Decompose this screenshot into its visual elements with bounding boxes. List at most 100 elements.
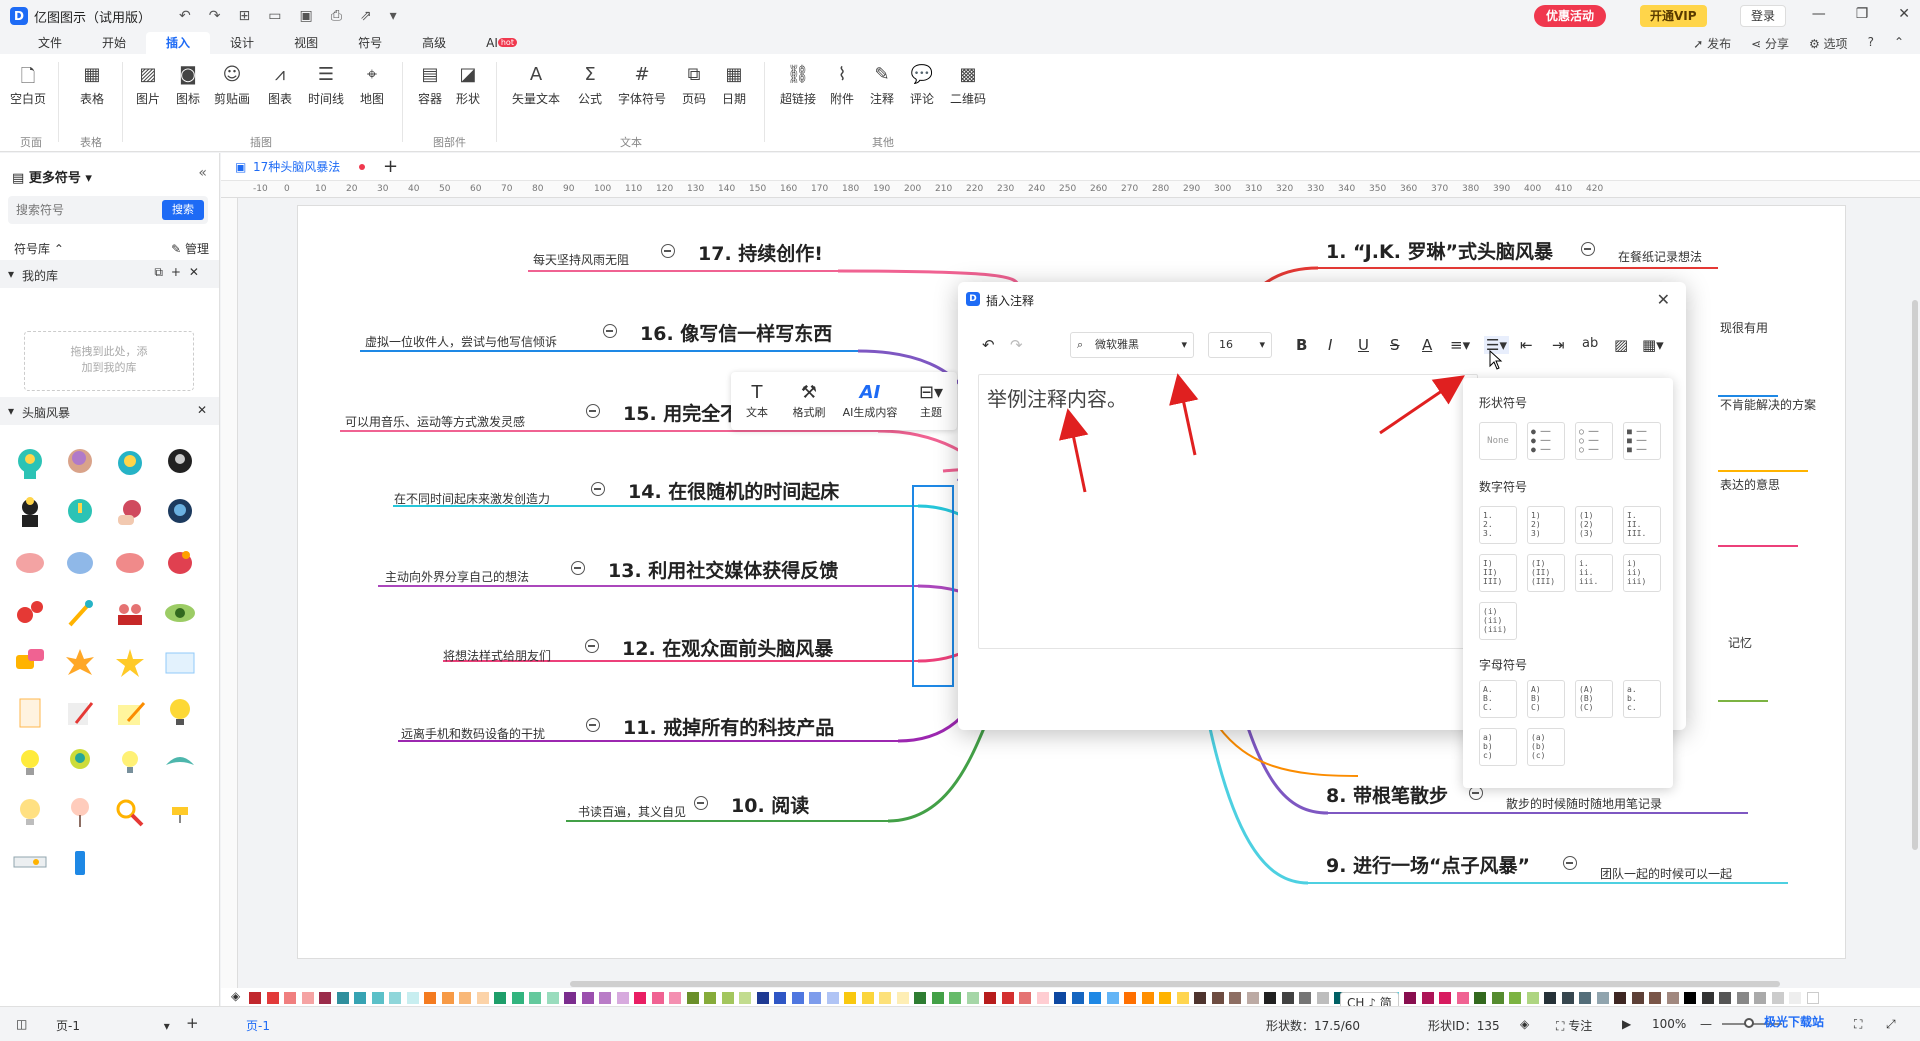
color-swatch[interactable] <box>336 992 349 1004</box>
color-swatch[interactable] <box>1124 992 1136 1004</box>
color-swatch[interactable] <box>949 992 961 1004</box>
color-swatch[interactable] <box>1071 992 1084 1004</box>
color-swatch[interactable] <box>651 992 664 1004</box>
color-swatch[interactable] <box>896 992 909 1004</box>
fit-page-icon[interactable]: ⛶ <box>1854 1017 1862 1032</box>
color-swatch[interactable] <box>1684 992 1696 1004</box>
add-page-button[interactable]: + <box>186 1014 199 1032</box>
color-swatch[interactable] <box>634 992 646 1004</box>
color-swatch[interactable] <box>1281 992 1294 1004</box>
color-swatch[interactable] <box>966 992 979 1004</box>
color-swatch[interactable] <box>1176 992 1189 1004</box>
color-swatch[interactable] <box>249 992 261 1004</box>
color-swatch[interactable] <box>284 992 296 1004</box>
color-swatch[interactable] <box>1089 992 1101 1004</box>
zoom-level[interactable]: 100% <box>1652 1017 1686 1031</box>
color-swatch[interactable] <box>1316 992 1329 1004</box>
color-swatch[interactable] <box>406 992 419 1004</box>
color-swatch[interactable] <box>319 992 331 1004</box>
page-panel-icon[interactable]: ◫ <box>16 1017 27 1031</box>
color-swatch[interactable] <box>756 992 769 1004</box>
color-swatch[interactable] <box>1474 992 1486 1004</box>
fill-bucket-icon[interactable]: ◈ <box>231 989 240 1003</box>
color-swatch[interactable] <box>1106 992 1119 1004</box>
color-swatch[interactable] <box>424 992 436 1004</box>
color-swatch[interactable] <box>826 992 839 1004</box>
color-swatch[interactable] <box>914 992 926 1004</box>
color-swatch[interactable] <box>1789 992 1801 1004</box>
color-swatch[interactable] <box>354 992 366 1004</box>
color-swatch[interactable] <box>809 992 821 1004</box>
color-swatch[interactable] <box>1736 992 1749 1004</box>
color-swatch[interactable] <box>371 992 384 1004</box>
color-swatch[interactable] <box>791 992 804 1004</box>
color-swatch[interactable] <box>669 992 681 1004</box>
color-swatch[interactable] <box>1246 992 1259 1004</box>
color-swatch[interactable] <box>1456 992 1469 1004</box>
color-swatch[interactable] <box>1719 992 1731 1004</box>
color-swatch[interactable] <box>389 992 401 1004</box>
color-swatch[interactable] <box>441 992 454 1004</box>
color-swatch[interactable] <box>1509 992 1521 1004</box>
color-swatch[interactable] <box>1614 992 1626 1004</box>
color-swatch[interactable] <box>1211 992 1224 1004</box>
color-swatch[interactable] <box>844 992 856 1004</box>
color-swatch[interactable] <box>581 992 594 1004</box>
color-swatch[interactable] <box>599 992 611 1004</box>
color-swatch[interactable] <box>1141 992 1154 1004</box>
zoom-out-icon[interactable]: — <box>1700 1017 1712 1031</box>
color-swatch[interactable] <box>1299 992 1311 1004</box>
color-swatch[interactable] <box>1421 992 1434 1004</box>
color-swatch[interactable] <box>1561 992 1574 1004</box>
color-swatch[interactable] <box>1806 992 1819 1004</box>
color-swatch[interactable] <box>686 992 699 1004</box>
color-swatch[interactable] <box>1264 992 1276 1004</box>
color-swatch[interactable] <box>984 992 996 1004</box>
color-swatch[interactable] <box>931 992 944 1004</box>
arrow-to-list-button <box>1379 375 1465 435</box>
color-swatch[interactable] <box>1001 992 1014 1004</box>
fullscreen-icon[interactable]: ⤢ <box>1886 1017 1896 1032</box>
color-swatch[interactable] <box>1649 992 1661 1004</box>
zoom-slider-thumb[interactable] <box>1744 1018 1754 1028</box>
color-swatch[interactable] <box>616 992 629 1004</box>
color-swatch[interactable] <box>704 992 716 1004</box>
color-swatch[interactable] <box>739 992 751 1004</box>
color-swatch[interactable] <box>1019 992 1031 1004</box>
page-select[interactable]: 页-1 ▾ <box>56 1017 170 1034</box>
color-swatch[interactable] <box>1701 992 1714 1004</box>
color-swatch[interactable] <box>1631 992 1644 1004</box>
color-swatch[interactable] <box>1544 992 1556 1004</box>
color-swatch[interactable] <box>476 992 489 1004</box>
color-swatch[interactable] <box>1054 992 1066 1004</box>
color-swatch[interactable] <box>721 992 734 1004</box>
color-swatch[interactable] <box>1596 992 1609 1004</box>
color-swatch[interactable] <box>1194 992 1206 1004</box>
color-swatch[interactable] <box>861 992 874 1004</box>
color-swatch[interactable] <box>529 992 541 1004</box>
color-swatch[interactable] <box>1666 992 1679 1004</box>
color-swatch[interactable] <box>1404 992 1416 1004</box>
color-swatch[interactable] <box>564 992 576 1004</box>
color-swatch[interactable] <box>301 992 314 1004</box>
color-swatch[interactable] <box>1159 992 1171 1004</box>
color-swatch[interactable] <box>1439 992 1451 1004</box>
color-swatch[interactable] <box>1036 992 1049 1004</box>
color-swatch[interactable] <box>511 992 524 1004</box>
color-swatch[interactable] <box>1491 992 1504 1004</box>
color-swatch[interactable] <box>459 992 471 1004</box>
color-swatch[interactable] <box>1229 992 1241 1004</box>
color-swatch[interactable] <box>546 992 559 1004</box>
color-swatch[interactable] <box>774 992 786 1004</box>
focus-button[interactable]: ⛶ 专注 <box>1556 1017 1592 1034</box>
layers-icon[interactable]: ◈ <box>1520 1017 1529 1031</box>
color-swatch[interactable] <box>879 992 891 1004</box>
color-swatch[interactable] <box>1754 992 1766 1004</box>
color-swatch[interactable] <box>266 992 279 1004</box>
color-swatch[interactable] <box>494 992 506 1004</box>
color-swatch[interactable] <box>1579 992 1591 1004</box>
page-tab[interactable]: 页-1 <box>246 1017 270 1034</box>
color-swatch[interactable] <box>1771 992 1784 1004</box>
color-swatch[interactable] <box>1526 992 1539 1004</box>
play-icon[interactable]: ▶ <box>1622 1017 1631 1031</box>
